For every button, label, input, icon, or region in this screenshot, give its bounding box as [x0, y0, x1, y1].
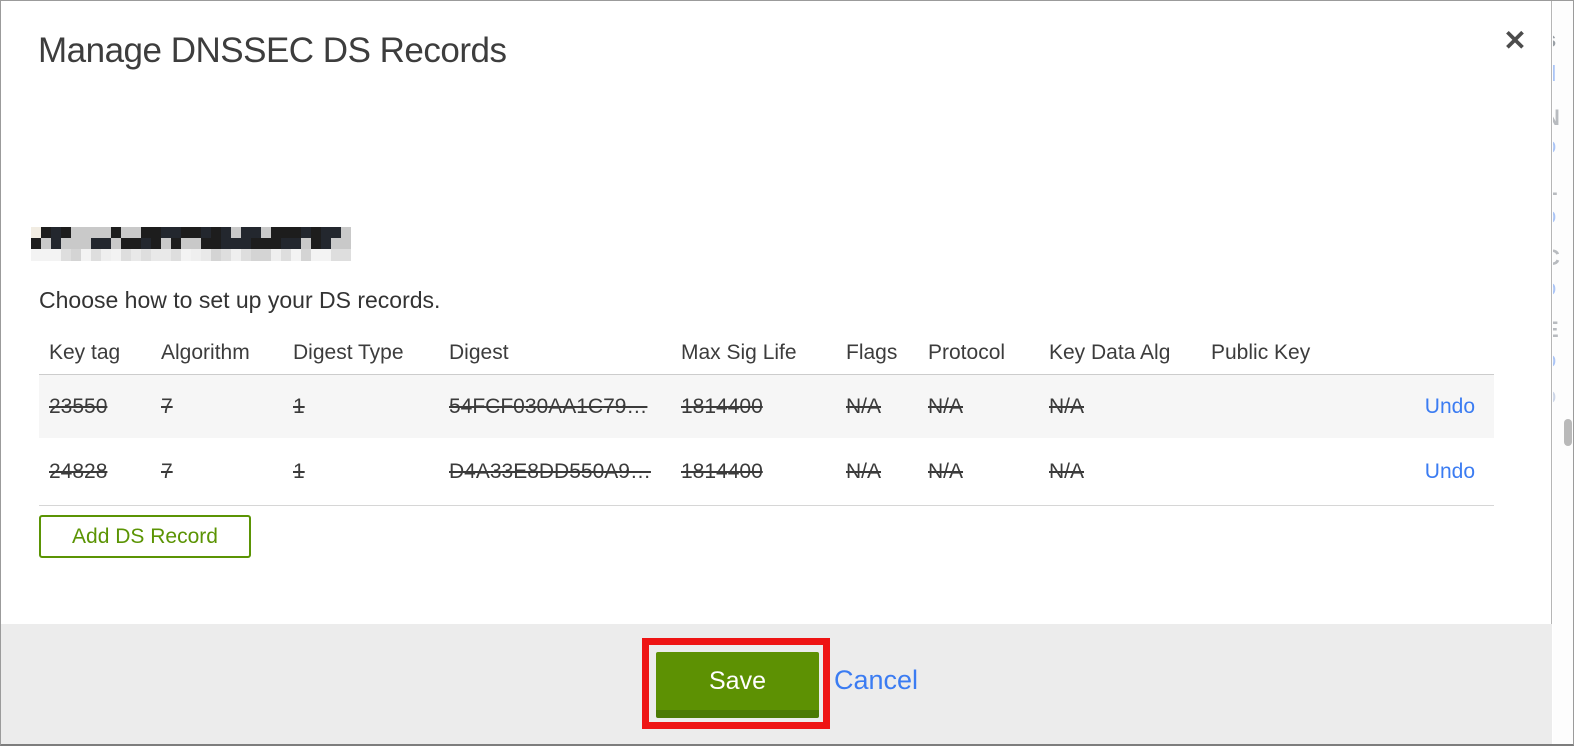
background-text-fragment: o: [1553, 385, 1568, 407]
row1-flags: N/A: [846, 394, 882, 418]
col-protocol: Protocol: [928, 340, 1006, 364]
row1-protocol: N/A: [928, 394, 964, 418]
col-key-data-alg: Key Data Alg: [1049, 340, 1171, 364]
row1-undo-link[interactable]: Undo: [1425, 395, 1475, 418]
subtitle-text: Choose how to set up your DS records.: [39, 287, 441, 313]
row2-algorithm: 7: [161, 459, 173, 483]
dialog-title: Manage DNSSEC DS Records: [38, 31, 507, 70]
table-header-row: Key tag Algorithm Digest Type Digest Max…: [39, 331, 1494, 375]
add-ds-record-button[interactable]: Add DS Record: [39, 515, 251, 558]
col-algorithm: Algorithm: [161, 340, 250, 364]
background-text-fragment: o: [1553, 205, 1568, 227]
row2-flags: N/A: [846, 459, 882, 483]
row2-max-sig-life: 1814400: [681, 459, 763, 483]
row1-key-data-alg: N/A: [1049, 394, 1085, 418]
background-text-fragment: N: [1553, 107, 1568, 129]
row2-key-tag: 24828: [49, 459, 108, 483]
col-max-sig-life: Max Sig Life: [681, 340, 797, 364]
background-text-fragment: E: [1553, 319, 1568, 341]
col-public-key: Public Key: [1211, 340, 1311, 364]
row1-digest: 54FCF030AA1C79…: [449, 394, 648, 418]
background-text-fragment: L: [1553, 177, 1568, 199]
background-page-strip: sdNoLoCoEoo: [1553, 1, 1573, 744]
save-button[interactable]: Save: [656, 652, 819, 718]
row2-undo-link[interactable]: Undo: [1425, 460, 1475, 483]
background-text-fragment: o: [1553, 349, 1568, 371]
col-digest-type: Digest Type: [293, 340, 404, 364]
table-row: 24828 7 1 D4A33E8DD550A9… 1814400 N/A N/…: [39, 438, 1494, 506]
row2-digest: D4A33E8DD550A9…: [449, 459, 651, 483]
table-row: 23550 7 1 54FCF030AA1C79… 1814400 N/A N/…: [39, 375, 1494, 438]
row2-digest-type: 1: [293, 459, 305, 483]
screenshot-frame: Manage DNSSEC DS Records ✕ Choose how to…: [0, 0, 1574, 746]
cancel-link[interactable]: Cancel: [834, 665, 918, 696]
background-text-fragment: o: [1553, 135, 1568, 157]
scrollbar-thumb[interactable]: [1564, 419, 1572, 446]
col-digest: Digest: [449, 340, 509, 364]
background-text-fragment: C: [1553, 247, 1568, 269]
row1-key-tag: 23550: [49, 394, 108, 418]
background-text-fragment: o: [1553, 277, 1568, 299]
row1-digest-type: 1: [293, 394, 305, 418]
row2-key-data-alg: N/A: [1049, 459, 1085, 483]
close-icon[interactable]: ✕: [1495, 21, 1535, 61]
background-text-fragment: d: [1553, 63, 1568, 85]
background-text-fragment: s: [1553, 29, 1568, 51]
dnssec-dialog: Manage DNSSEC DS Records ✕ Choose how to…: [1, 1, 1552, 744]
dialog-footer: Save Cancel: [1, 624, 1552, 744]
row1-max-sig-life: 1814400: [681, 394, 763, 418]
ds-records-table: Key tag Algorithm Digest Type Digest Max…: [39, 331, 1494, 506]
col-key-tag: Key tag: [49, 340, 121, 364]
row1-algorithm: 7: [161, 394, 173, 418]
row2-protocol: N/A: [928, 459, 964, 483]
col-flags: Flags: [846, 340, 898, 364]
redacted-domain: [31, 227, 351, 261]
